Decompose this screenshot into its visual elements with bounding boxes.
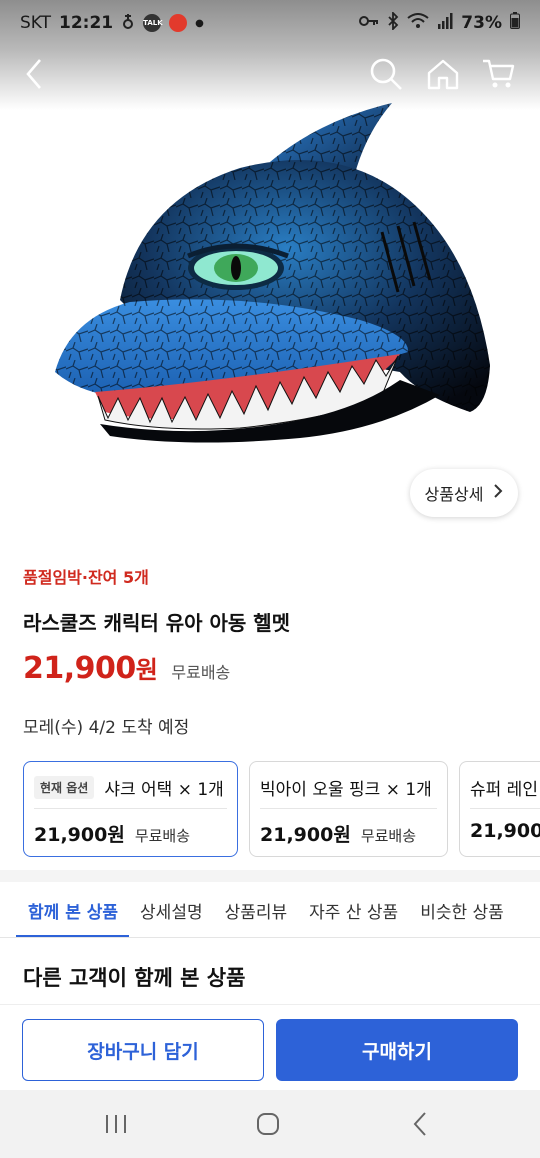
tab-similar-products[interactable]: 비슷한 상품 bbox=[409, 882, 515, 937]
current-option-tag: 현재 옵션 bbox=[34, 776, 95, 799]
option-price: 21,900 bbox=[470, 820, 540, 842]
option-name: 빅아이 오울 핑크 × 1개 bbox=[260, 780, 432, 800]
kakaotalk-label: TALK bbox=[143, 19, 163, 27]
buy-now-button[interactable]: 구매하기 bbox=[276, 1019, 518, 1081]
battery-label: 73% bbox=[461, 13, 502, 33]
key-icon bbox=[359, 13, 379, 33]
back-icon[interactable] bbox=[14, 54, 54, 94]
home-icon[interactable] bbox=[423, 54, 463, 94]
price-row: 21,900원 무료배송 bbox=[23, 650, 230, 686]
price-unit: 원 bbox=[135, 656, 158, 684]
option-divider bbox=[260, 808, 437, 809]
option-price: 21,900원 bbox=[260, 824, 351, 846]
tab-description[interactable]: 상세설명 bbox=[129, 882, 214, 937]
shipping-label: 무료배송 bbox=[171, 663, 231, 682]
cart-icon[interactable] bbox=[479, 54, 519, 94]
option-price: 21,900원 bbox=[34, 824, 125, 846]
tab-frequently-bought[interactable]: 자주 산 상품 bbox=[298, 882, 409, 937]
status-dot-icon: ● bbox=[195, 17, 204, 29]
chevron-right-icon bbox=[493, 483, 503, 503]
product-detail-label: 상품상세 bbox=[424, 485, 484, 504]
option-card-shark-attack[interactable]: 현재 옵션 샤크 어택 × 1개 21,900원 무료배송 bbox=[23, 761, 238, 857]
top-app-bar bbox=[0, 46, 540, 100]
bluetooth-icon bbox=[387, 10, 399, 35]
detail-tabs: 함께 본 상품 상세설명 상품리뷰 자주 산 상품 비슷한 상품 bbox=[0, 882, 540, 938]
section-divider bbox=[0, 870, 540, 882]
stock-urgency-label: 품절임박·잔여 5개 bbox=[23, 568, 149, 587]
system-navigation-bar bbox=[0, 1090, 540, 1158]
back-nav-icon[interactable] bbox=[390, 1104, 450, 1144]
product-title: 라스쿨즈 캐릭터 유아 아동 헬멧 bbox=[23, 611, 291, 635]
carrier-label: SKT bbox=[20, 13, 52, 33]
search-icon[interactable] bbox=[366, 54, 406, 94]
app-badge-icon bbox=[169, 14, 188, 32]
recent-apps-icon[interactable] bbox=[86, 1104, 146, 1144]
product-detail-button[interactable]: 상품상세 bbox=[410, 469, 518, 517]
option-card-super-rain[interactable]: 슈퍼 레인 21,900 bbox=[459, 761, 540, 857]
home-nav-icon[interactable] bbox=[238, 1104, 298, 1144]
purchase-action-bar: 장바구니 담기 구매하기 bbox=[0, 1004, 540, 1090]
status-bar: SKT 12:21 TALK ● 73% bbox=[0, 0, 540, 46]
option-carousel[interactable]: 현재 옵션 샤크 어택 × 1개 21,900원 무료배송 빅아이 오울 핑크 … bbox=[23, 761, 540, 857]
tab-reviews[interactable]: 상품리뷰 bbox=[214, 882, 299, 937]
tab-viewed-together[interactable]: 함께 본 상품 bbox=[0, 882, 130, 937]
price-number: 21,900 bbox=[23, 651, 136, 686]
kakaotalk-icon: TALK bbox=[143, 14, 163, 32]
arrival-estimate: 모레(수) 4/2 도착 예정 bbox=[23, 718, 190, 738]
option-shipping: 무료배송 bbox=[134, 827, 191, 845]
notification-icon bbox=[121, 12, 135, 35]
battery-icon bbox=[510, 12, 520, 34]
option-card-bigeye-owl-pink[interactable]: 빅아이 오울 핑크 × 1개 21,900원 무료배송 bbox=[249, 761, 448, 857]
option-divider bbox=[34, 808, 227, 809]
add-to-cart-button[interactable]: 장바구니 담기 bbox=[22, 1019, 264, 1081]
option-name: 샤크 어택 × 1개 bbox=[104, 780, 224, 800]
section-title: 다른 고객이 함께 본 상품 bbox=[23, 966, 246, 990]
signal-icon bbox=[437, 12, 453, 34]
wifi-icon bbox=[407, 12, 429, 34]
time-label: 12:21 bbox=[59, 13, 114, 33]
option-shipping: 무료배송 bbox=[360, 827, 417, 845]
option-divider bbox=[470, 808, 540, 809]
option-name: 슈퍼 레인 bbox=[470, 780, 538, 800]
product-price: 21,900원 bbox=[23, 650, 158, 686]
